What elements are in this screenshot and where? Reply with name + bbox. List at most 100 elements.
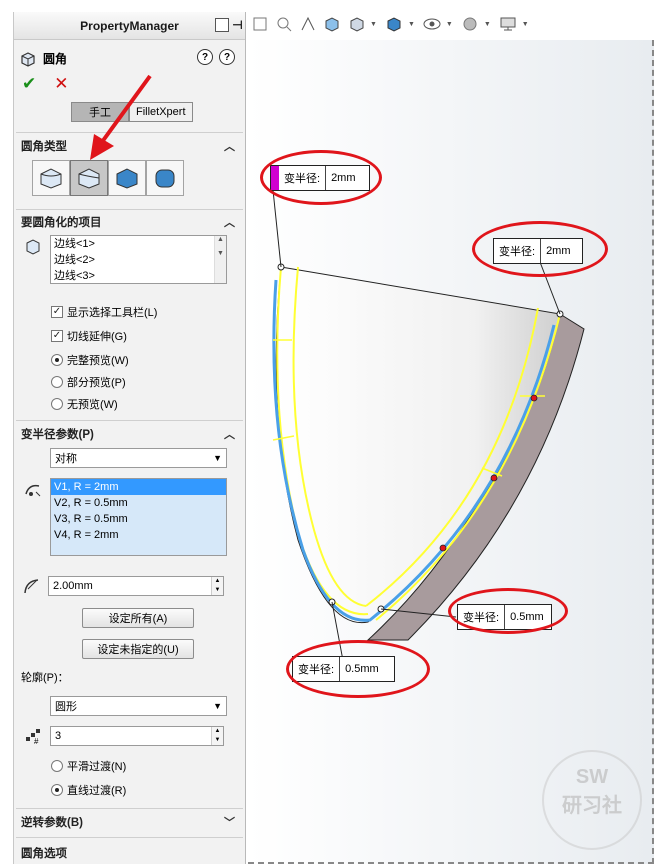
radio-label: 直线过渡(R)	[67, 785, 127, 797]
profile-label: 轮廓(P)：	[21, 672, 69, 684]
section-variable-radius[interactable]: 变半径参数(P) ︿	[14, 423, 245, 445]
section-items-to-fillet[interactable]: 要圆角化的项目 ︿	[14, 211, 245, 233]
radio-unselected[interactable]	[51, 376, 63, 388]
checkbox-label: 切线延伸(G)	[67, 331, 127, 343]
smooth-transition-radio[interactable]: 平滑过渡(N)	[51, 758, 126, 774]
section-options-label: 圆角选项	[21, 848, 67, 860]
radio-label: 完整预览(W)	[67, 355, 129, 367]
profile-select[interactable]: 圆形 ▼	[50, 696, 227, 716]
vertices-listbox[interactable]: V1, R = 2mm V2, R = 0.5mm V3, R = 0.5mm …	[50, 478, 227, 556]
listbox-scrollbar[interactable]: ▲ ▼	[214, 236, 226, 283]
display-style-icon[interactable]	[346, 14, 366, 34]
edge-selection-icon	[26, 239, 40, 255]
set-all-button[interactable]: 设定所有(A)	[82, 608, 194, 628]
watermark-text-2: 研习社	[562, 795, 622, 817]
detailed-help-icon[interactable]: ?	[197, 49, 213, 65]
list-item[interactable]: V4, R = 2mm	[51, 527, 226, 543]
section-reverse-label: 逆转参数(B)	[21, 817, 83, 829]
feature-title: 圆角	[20, 50, 67, 67]
instances-icon: #	[26, 729, 40, 745]
annotation-ellipse	[286, 640, 430, 698]
section-view-icon[interactable]	[298, 14, 318, 34]
zoom-to-fit-icon[interactable]	[250, 14, 270, 34]
set-unassigned-button[interactable]: 设定未指定的(U)	[82, 639, 194, 659]
chevron-up-icon[interactable]: ︿	[224, 138, 235, 154]
symmetry-select[interactable]: 对称 ▼	[50, 448, 227, 468]
feature-title-text: 圆角	[43, 52, 68, 66]
chevron-down-icon[interactable]: ▼	[213, 453, 222, 463]
watermark-logo: SW 研习社	[542, 750, 642, 850]
section-items-label: 要圆角化的项目	[21, 217, 102, 229]
vertex-icon	[25, 484, 41, 497]
list-item[interactable]: 边线<1>	[51, 236, 226, 252]
list-item[interactable]: V3, R = 0.5mm	[51, 511, 226, 527]
pin-icon[interactable]: ⊣	[232, 18, 243, 32]
chevron-down-icon[interactable]: ▼	[408, 21, 415, 28]
annotation-arrow	[90, 74, 152, 160]
fillet-feature-icon	[21, 51, 35, 67]
radio-label: 无预览(W)	[67, 399, 118, 411]
symmetry-select-value: 对称	[55, 453, 77, 465]
radio-unselected[interactable]	[51, 398, 63, 410]
section-reverse-params[interactable]: 逆转参数(B) ﹀	[14, 811, 245, 833]
appearance-icon[interactable]	[460, 14, 480, 34]
radio-label: 平滑过渡(N)	[67, 761, 127, 773]
list-icon[interactable]	[215, 18, 230, 32]
section-fillet-options[interactable]: 圆角选项	[14, 842, 245, 864]
radio-unselected[interactable]	[51, 760, 63, 772]
straight-transition-radio[interactable]: 直线过渡(R)	[51, 782, 126, 798]
no-preview-radio[interactable]: 无预览(W)	[51, 396, 118, 412]
list-item[interactable]: 边线<2>	[51, 252, 226, 268]
chevron-down-icon[interactable]: ▼	[446, 21, 453, 28]
constant-fillet-icon	[40, 168, 62, 189]
list-item[interactable]: 边线<3>	[51, 268, 226, 284]
checkbox-label: 显示选择工具栏(L)	[67, 307, 158, 319]
hide-show-items-icon[interactable]	[422, 14, 442, 34]
checkbox-checked[interactable]: ✓	[51, 306, 63, 318]
radio-selected[interactable]	[51, 354, 63, 366]
chevron-up-icon[interactable]: ︿	[224, 426, 235, 442]
profile-select-value: 圆形	[55, 701, 77, 713]
view-toolbar: ▼ ▼ ▼ ▼ ▼	[250, 10, 532, 38]
annotation-ellipse	[472, 221, 608, 277]
list-item[interactable]: V1, R = 2mm	[51, 479, 226, 495]
full-preview-radio[interactable]: 完整预览(W)	[51, 352, 129, 368]
tangent-propagation-checkbox[interactable]: ✓ 切线延伸(G)	[51, 328, 127, 344]
radius-icon	[24, 579, 39, 594]
annotation-ellipse	[260, 150, 382, 205]
zoom-area-icon[interactable]	[274, 14, 294, 34]
ok-check-icon[interactable]: ✔	[22, 74, 36, 94]
edges-listbox[interactable]: 边线<1> 边线<2> 边线<3> ▲ ▼	[50, 235, 227, 284]
instances-value: 3	[55, 730, 62, 742]
chevron-down-icon[interactable]: ﹀	[224, 814, 235, 830]
watermark-text-1: SW	[575, 766, 609, 788]
checkbox-checked[interactable]: ✓	[51, 330, 63, 342]
chevron-up-icon[interactable]: ︿	[224, 214, 235, 230]
list-item[interactable]: V2, R = 0.5mm	[51, 495, 226, 511]
partial-preview-radio[interactable]: 部分预览(P)	[51, 374, 126, 390]
radius-value: 2.00mm	[53, 580, 93, 592]
panel-header-title: PropertyManager	[80, 18, 179, 33]
svg-text:#: #	[34, 737, 39, 745]
spin-arrows[interactable]: ▲ ▼	[211, 727, 223, 745]
display-monitor-icon[interactable]	[498, 14, 518, 34]
help-icon[interactable]: ?	[219, 49, 235, 65]
panel-header: PropertyManager ⊣	[14, 12, 245, 40]
shaded-view-icon[interactable]	[384, 14, 404, 34]
annotation-ellipse	[448, 588, 568, 634]
chevron-down-icon[interactable]: ▼	[522, 21, 529, 28]
radio-selected[interactable]	[51, 784, 63, 796]
constant-radius-fillet-button[interactable]	[32, 160, 70, 196]
radio-label: 部分预览(P)	[67, 377, 126, 389]
chevron-down-icon[interactable]: ▼	[213, 701, 222, 711]
view-orientation-icon[interactable]	[322, 14, 342, 34]
cancel-x-icon[interactable]: ✕	[54, 74, 68, 94]
chevron-down-icon[interactable]: ▼	[484, 21, 491, 28]
instances-input[interactable]: 3 ▲ ▼	[50, 726, 224, 746]
spin-arrows[interactable]: ▲ ▼	[211, 577, 223, 595]
chevron-down-icon[interactable]: ▼	[370, 21, 377, 28]
radius-input[interactable]: 2.00mm ▲ ▼	[48, 576, 224, 596]
graphics-area[interactable]: 变半径: 2mm 变半径: 2mm 变半径: 0.5mm 变半径: 0.5mm …	[248, 40, 654, 864]
show-selection-toolbar-checkbox[interactable]: ✓ 显示选择工具栏(L)	[51, 304, 157, 320]
section-variable-radius-label: 变半径参数(P)	[21, 429, 94, 441]
